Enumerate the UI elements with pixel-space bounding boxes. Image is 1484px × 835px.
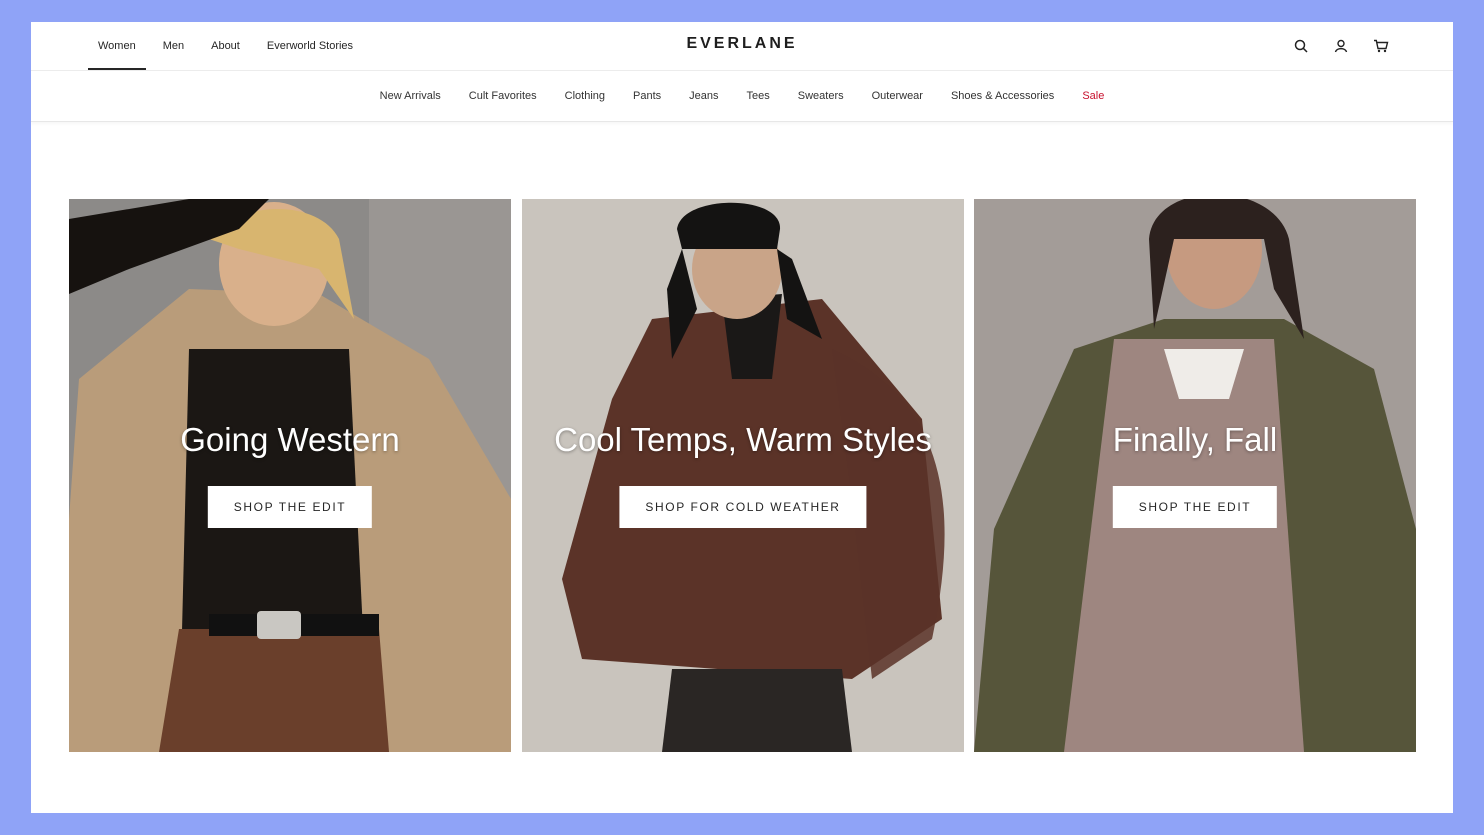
promo-card-going-western[interactable]: Going Western SHOP THE EDIT	[69, 199, 511, 752]
account-icon[interactable]	[1331, 36, 1351, 56]
top-header: Women Men About Everworld Stories EVERLA…	[31, 22, 1453, 71]
promo-headline: Finally, Fall	[1112, 421, 1278, 458]
category-new-arrivals[interactable]: New Arrivals	[380, 90, 441, 102]
category-clothing[interactable]: Clothing	[565, 90, 605, 102]
promo-photo	[69, 199, 511, 752]
promo-headline: Cool Temps, Warm Styles	[554, 421, 932, 458]
shop-the-edit-button[interactable]: SHOP THE EDIT	[207, 486, 373, 528]
category-tees[interactable]: Tees	[747, 90, 770, 102]
category-sweaters[interactable]: Sweaters	[798, 90, 844, 102]
category-cult-favorites[interactable]: Cult Favorites	[469, 90, 537, 102]
category-nav: New Arrivals Cult Favorites Clothing Pan…	[31, 71, 1453, 122]
promo-photo	[974, 199, 1416, 752]
header-icons	[1291, 36, 1391, 56]
browser-viewport: Women Men About Everworld Stories EVERLA…	[31, 22, 1453, 813]
promo-card-cool-temps[interactable]: Cool Temps, Warm Styles SHOP FOR COLD WE…	[522, 199, 964, 752]
cart-icon[interactable]	[1371, 36, 1391, 56]
category-pants[interactable]: Pants	[633, 90, 661, 102]
category-sale[interactable]: Sale	[1082, 90, 1104, 102]
search-icon[interactable]	[1291, 36, 1311, 56]
shop-for-cold-weather-button[interactable]: SHOP FOR COLD WEATHER	[619, 486, 867, 528]
promo-grid: Going Western SHOP THE EDIT Cool Temps, …	[69, 199, 1416, 752]
category-outerwear[interactable]: Outerwear	[872, 90, 923, 102]
promo-headline: Going Western	[180, 421, 400, 458]
category-jeans[interactable]: Jeans	[689, 90, 718, 102]
brand-logo[interactable]: EVERLANE	[31, 35, 1453, 53]
promo-card-finally-fall[interactable]: Finally, Fall SHOP THE EDIT	[974, 199, 1416, 752]
promo-photo	[522, 199, 964, 752]
shop-the-edit-button[interactable]: SHOP THE EDIT	[1112, 486, 1278, 528]
category-shoes-accessories[interactable]: Shoes & Accessories	[951, 90, 1054, 102]
